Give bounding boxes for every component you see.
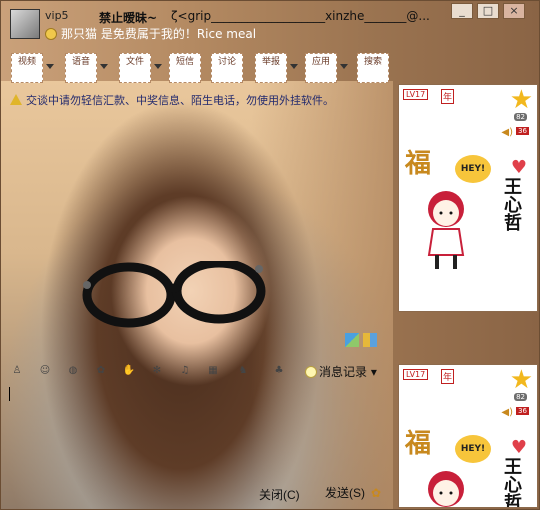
toolbar-sms-button[interactable]: 短信 xyxy=(169,53,201,83)
name-graphic: 王心哲 xyxy=(501,177,522,231)
strawberry-icon[interactable]: ♣ xyxy=(271,363,287,379)
star-icon: ★ xyxy=(509,85,533,115)
hey-bubble: HEY! xyxy=(455,435,491,463)
nian-badge: 年 xyxy=(441,369,455,384)
panel-switch-icons xyxy=(345,333,381,350)
toolbar-video-button[interactable]: 视频 xyxy=(11,53,54,83)
message-history-button[interactable]: 消息记录 ▾ xyxy=(305,363,377,380)
moon-icon xyxy=(305,366,317,378)
message-input-area[interactable] xyxy=(5,383,393,479)
status-text: 那只猫 是免费属于我的！Rice meal xyxy=(61,27,257,41)
minimize-button[interactable]: _ xyxy=(451,3,473,19)
chevron-down-icon[interactable] xyxy=(100,64,108,69)
smile-icon xyxy=(45,28,57,40)
emoji-icon[interactable]: ☺ xyxy=(37,363,53,379)
maximize-button[interactable]: □ xyxy=(477,3,499,19)
hand-icon[interactable]: ✋ xyxy=(121,363,137,379)
speaker-count: 36 xyxy=(516,407,529,415)
level-badge: LV17 xyxy=(403,89,429,100)
chevron-down-icon[interactable] xyxy=(290,64,298,69)
cat-icon[interactable]: ♞ xyxy=(235,363,251,379)
magic-emoji-icon[interactable]: ◍ xyxy=(65,363,81,379)
grid-icon[interactable] xyxy=(363,333,377,347)
toolbar-file-button[interactable]: 文件 xyxy=(119,53,162,83)
history-label: 消息记录 xyxy=(319,365,368,379)
chat-window: vip5 禁止暧昧~ ζ<grip___________________xinz… xyxy=(0,0,540,510)
star-count: 82 xyxy=(514,113,527,121)
chat-toolbar: 视频 语音 文件 短信 讨论 举报 应用 搜索 xyxy=(11,53,391,85)
contact-title: ζ<grip___________________xinzhe_______@.… xyxy=(171,9,430,23)
cartoon-girl-icon xyxy=(427,191,465,269)
font-icon[interactable]: ♙ xyxy=(9,363,25,379)
my-show-panel[interactable]: LV17 年 ★ 82 ◀) 36 福 HEY! ♥ 王心哲 xyxy=(398,364,538,508)
toolbar-search-button[interactable]: 搜索 xyxy=(357,53,389,83)
screenshot-icon[interactable]: ▦ xyxy=(205,363,221,379)
speaker-icon[interactable]: ◀) xyxy=(501,127,513,138)
vibrate-icon[interactable]: ✿ xyxy=(93,363,109,379)
warning-icon xyxy=(10,94,22,105)
security-warning: 交谈中请勿轻信汇款、中奖信息、陌生电话，勿使用外挂软件。 xyxy=(10,92,334,108)
star-icon: ★ xyxy=(509,365,533,395)
fu-character: 福 xyxy=(405,429,432,459)
toolbar-report-button[interactable]: 举报 xyxy=(255,53,298,83)
warning-text: 交谈中请勿轻信汇款、中奖信息、陌生电话，勿使用外挂软件。 xyxy=(26,94,334,107)
star-count: 82 xyxy=(514,393,527,401)
text-cursor xyxy=(9,387,10,401)
contact-avatar[interactable] xyxy=(10,9,40,39)
speaker-count: 36 xyxy=(516,127,529,135)
close-window-button[interactable]: × xyxy=(503,3,525,19)
send-options-icon[interactable]: ✿ xyxy=(371,486,381,500)
gift-icon[interactable]: ✻ xyxy=(149,363,165,379)
heart-icon: ♥ xyxy=(510,157,527,178)
glasses-decoration xyxy=(82,261,266,328)
level-badge: LV17 xyxy=(403,369,429,380)
name-graphic: 王心哲 xyxy=(501,457,522,508)
chevron-down-icon[interactable] xyxy=(154,64,162,69)
title-bar: vip5 禁止暧昧~ ζ<grip___________________xinz… xyxy=(1,1,539,45)
toolbar-apps-button[interactable]: 应用 xyxy=(305,53,348,83)
nian-badge: 年 xyxy=(441,89,455,104)
music-icon[interactable]: ♫ xyxy=(177,363,193,379)
contact-show-panel[interactable]: LV17 年 ★ 82 ◀) 36 福 HEY! ♥ 王心哲 xyxy=(398,84,538,312)
vip-badge[interactable]: vip5 xyxy=(45,9,69,22)
contact-nickname[interactable]: 禁止暧昧~ xyxy=(99,9,157,26)
send-button[interactable]: 发送(S) xyxy=(325,484,365,501)
chevron-down-icon[interactable] xyxy=(340,64,348,69)
heart-icon: ♥ xyxy=(510,437,527,458)
close-button[interactable]: 关闭(C) xyxy=(259,486,300,503)
contact-status: 那只猫 是免费属于我的！Rice meal xyxy=(45,25,256,42)
hey-bubble: HEY! xyxy=(455,155,491,183)
speaker-icon[interactable]: ◀) xyxy=(501,407,513,418)
chevron-down-icon[interactable] xyxy=(46,64,54,69)
shrink-icon[interactable] xyxy=(345,333,359,347)
toolbar-discuss-button[interactable]: 讨论 xyxy=(211,53,243,83)
fu-character: 福 xyxy=(405,149,432,179)
cartoon-girl-icon xyxy=(428,471,464,507)
toolbar-voice-button[interactable]: 语音 xyxy=(65,53,108,83)
